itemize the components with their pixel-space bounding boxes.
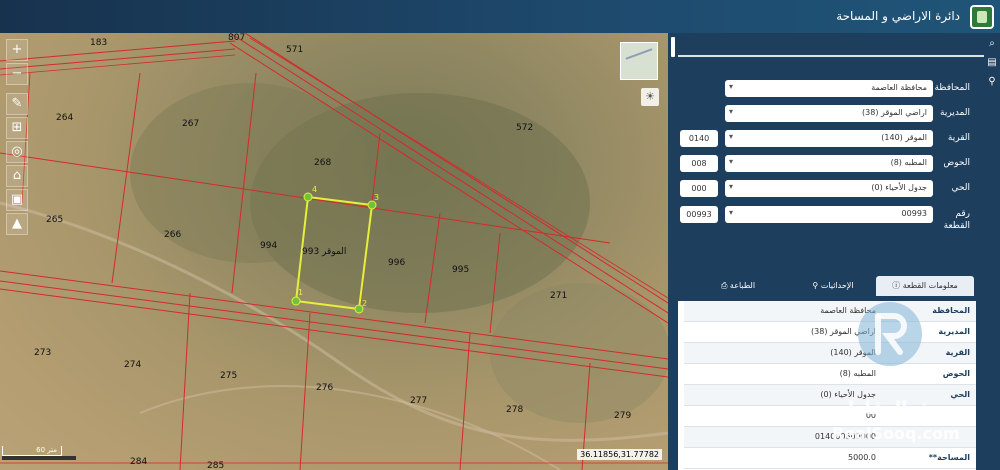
pin-icon: ⚲ [812,281,821,290]
export-icon[interactable]: ▣ [6,189,28,211]
parcel-label: 277 [410,396,428,406]
dls-logo-icon[interactable] [970,5,994,29]
map-view[interactable]: 183 807 571 264 267 572 268 265 266 994 … [0,33,668,470]
north-arrow-icon[interactable]: ▲ [6,213,28,235]
app-window: دائرة الاراضي و المساحة 183 807 571 264 … [0,0,1000,470]
watermark-domain: RealSooq.com [832,424,960,443]
brightness-icon[interactable]: ☀ [641,88,659,106]
location-pin-icon[interactable]: ⚲ [984,74,1000,90]
village-select[interactable]: الموقر (140) [725,130,933,147]
vertex-label: 2 [362,299,368,308]
search-icon[interactable]: ⌕ [984,36,1000,52]
parcel-label: 265 [46,215,64,225]
parcel-label: 266 [164,230,182,240]
parcel-label: 285 [207,461,225,470]
draw-icon[interactable]: ✎ [6,93,28,115]
print-icon: ⎙ [720,281,730,290]
panel-top-rule [678,55,984,57]
village-code-input[interactable]: 0140 [680,130,718,147]
home-icon[interactable]: ⌂ [6,165,28,187]
parcel-label: 807 [228,33,246,43]
selected-parcel-label: الموقر 993 [302,247,347,257]
field-basin: الحوض المطبه (8) 008 [678,155,984,173]
field-directorate: المديرية اراضي الموقر (38) [678,105,984,123]
map-toolbar: + − ✎ ⊞ ◎ ⌂ ▣ ▲ [6,39,28,237]
scale-bar [2,456,76,460]
parcel-label: 279 [614,411,632,421]
parcel-label: 572 [516,123,534,133]
governorate-select[interactable]: محافظة العاصمة [725,80,933,97]
info-icon: ⓘ [892,281,903,290]
vertex-label: 3 [374,193,380,202]
field-village: القرية الموقر (140) 0140 [678,130,984,148]
neighborhood-code-input[interactable]: 000 [680,180,718,197]
table-row: المساحة** 5000.0 [684,448,976,469]
tab-print[interactable]: ⎙ الطباعة [688,276,788,296]
tab-parcel-info[interactable]: ⓘ معلومات القطعة [876,276,974,296]
icon-rail: ⌕ ▤ ⚲ [984,33,1000,470]
field-parcel-number: رقم القطعة 00993 00993 [678,206,984,232]
vertex-label: 1 [298,288,304,297]
parcel-label: 571 [286,45,304,55]
vertex-label: 4 [312,185,318,194]
coordinate-readout: 36.11856,31.77782 [577,449,662,460]
parcel-label: 274 [124,360,142,370]
neighborhood-select[interactable]: جدول الأحياء (0) [725,180,933,197]
measure-icon[interactable]: ⊞ [6,117,28,139]
basin-code-input[interactable]: 008 [680,155,718,172]
parcel-label: 264 [56,113,74,123]
scale-label: 60 متر [2,446,62,456]
locate-icon[interactable]: ◎ [6,141,28,163]
app-header: دائرة الاراضي و المساحة [0,0,1000,33]
app-title: دائرة الاراضي و المساحة [836,9,960,23]
parcel-label: 994 [260,241,278,251]
watermark-arabic: سوق العقارات [830,398,959,419]
zoom-in-icon[interactable]: + [6,39,28,61]
parcel-label: 995 [452,265,470,275]
directorate-select[interactable]: اراضي الموقر (38) [725,105,933,122]
parcel-label: 268 [314,158,332,168]
field-neighborhood: الحي جدول الأحياء (0) 000 [678,180,984,198]
parcel-number-select[interactable]: 00993 [725,206,933,223]
parcel-label: 183 [90,38,108,48]
parcel-label: 996 [388,258,406,268]
layers-icon[interactable]: ▤ [984,55,1000,71]
parcel-label: 278 [506,405,524,415]
parcel-label: 284 [130,457,148,467]
info-tabs: ⓘ معلومات القطعة ⚲ الإحداثيات ⎙ الطباعة [678,276,984,296]
parcel-number-input[interactable]: 00993 [680,206,718,223]
parcel-label: 273 [34,348,52,358]
tab-coordinates[interactable]: ⚲ الإحداثيات [790,276,876,296]
parcel-label: 271 [550,291,568,301]
parcel-label: 275 [220,371,238,381]
panel-splitter[interactable] [668,33,678,470]
parcel-label: 267 [182,119,200,129]
basemap-toggle[interactable] [620,42,658,80]
realsooq-logo-icon [858,302,922,366]
splitter-handle[interactable] [671,37,675,57]
field-governorate: المحافظة محافظة العاصمة [678,80,984,98]
parcel-label: 276 [316,383,334,393]
basin-select[interactable]: المطبه (8) [725,155,933,172]
zoom-out-icon[interactable]: − [6,63,28,85]
field-label: رقم القطعة [943,209,970,231]
